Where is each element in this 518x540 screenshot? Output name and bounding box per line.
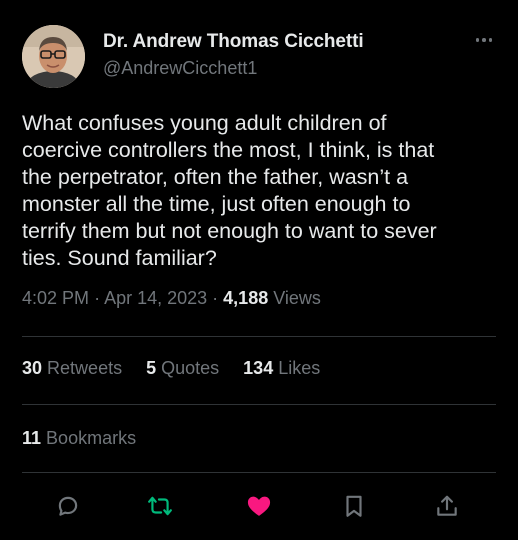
bookmarks-count: 11 <box>22 428 42 448</box>
tweet-text: What confuses young adult children of co… <box>22 111 437 270</box>
views-count: 4,188 <box>223 288 269 308</box>
views-label: Views <box>273 288 321 308</box>
divider <box>22 404 496 405</box>
share-icon <box>437 495 457 516</box>
bookmarks-label: Bookmarks <box>46 428 137 448</box>
avatar-image <box>22 25 85 88</box>
author-name[interactable]: Dr. Andrew Thomas Cicchetti <box>103 31 364 53</box>
tweet-time[interactable]: 4:02 PM <box>22 288 89 308</box>
bookmark-icon <box>346 495 362 517</box>
like-button[interactable] <box>244 491 274 521</box>
tweet: Dr. Andrew Thomas Cicchetti @AndrewCicch… <box>0 0 518 540</box>
more-dot <box>488 38 493 42</box>
tweet-meta: 4:02 PM · Apr 14, 2023 · 4,188 Views <box>22 288 321 309</box>
meta-separator: · <box>212 288 224 308</box>
more-options-icon[interactable] <box>470 30 498 50</box>
quotes-stat[interactable]: 5 Quotes <box>146 358 219 379</box>
likes-count: 134 <box>243 358 274 378</box>
quotes-label: Quotes <box>161 358 220 378</box>
tweet-date[interactable]: Apr 14, 2023 <box>104 288 207 308</box>
engagement-stats: 30 Retweets 5 Quotes 134 Likes <box>22 358 320 379</box>
divider <box>22 472 496 473</box>
retweets-stat[interactable]: 30 Retweets <box>22 358 122 379</box>
retweets-label: Retweets <box>47 358 123 378</box>
retweets-count: 30 <box>22 358 43 378</box>
author-handle[interactable]: @AndrewCicchett1 <box>103 58 257 79</box>
meta-separator: · <box>94 288 105 308</box>
action-bar <box>0 491 518 521</box>
retweet-icon <box>148 496 172 516</box>
likes-label: Likes <box>278 358 321 378</box>
more-dot <box>475 38 480 42</box>
likes-stat[interactable]: 134 Likes <box>243 358 320 379</box>
quotes-count: 5 <box>146 358 157 378</box>
reply-button[interactable] <box>53 491 83 521</box>
like-icon <box>247 496 271 516</box>
avatar[interactable] <box>22 25 85 88</box>
share-button[interactable] <box>432 491 462 521</box>
bookmark-button[interactable] <box>339 491 369 521</box>
more-dot <box>482 38 486 42</box>
reply-icon <box>58 496 78 516</box>
retweet-button[interactable] <box>145 491 175 521</box>
bookmarks-stat[interactable]: 11 Bookmarks <box>22 428 136 449</box>
divider <box>22 336 496 337</box>
